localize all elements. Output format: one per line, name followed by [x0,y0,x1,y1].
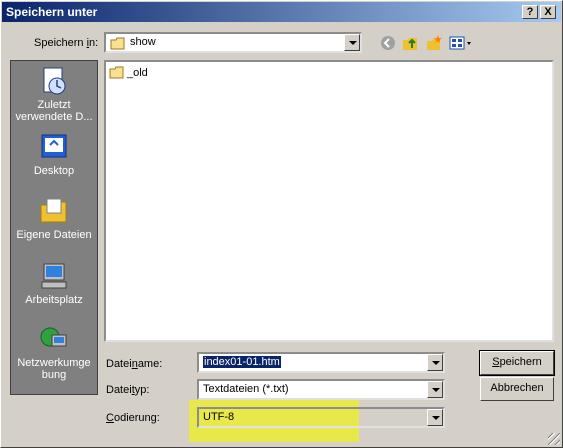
close-button[interactable]: X [540,5,556,19]
chevron-down-icon[interactable] [344,34,360,51]
folder-icon [110,37,125,50]
help-button[interactable]: ? [522,5,538,19]
save-in-label: Speichern in: [34,37,99,49]
place-label: Eigene Dateien [16,229,92,241]
place-label: Desktop [33,165,75,177]
folder-icon [109,66,124,79]
place-network[interactable]: Netzwerkumge bung [11,323,97,381]
chevron-down-icon[interactable] [427,381,443,398]
up-folder-icon[interactable] [401,34,419,52]
place-label: Netzwerkumge [17,357,91,369]
encoding-value: UTF-8 [203,411,235,423]
filetype-value: Textdateien (*.txt) [203,383,289,395]
filetype-label: Dateityp: [106,384,150,396]
chevron-down-icon[interactable] [427,354,443,371]
my-computer-icon [41,263,67,289]
chevron-down-icon[interactable] [427,409,443,426]
encoding-label: Codierung: [106,412,160,424]
desktop-icon [41,134,67,158]
filename-field[interactable]: index01-01.htm [197,352,445,373]
view-menu-icon[interactable] [449,34,473,52]
place-label: Arbeitsplatz [25,294,83,306]
place-my-computer[interactable]: Arbeitsplatz [11,260,97,306]
save-as-dialog: Speichern unter ? X Speichern in: show Z… [0,0,563,448]
back-icon[interactable] [379,34,397,52]
file-list[interactable]: _old [104,60,554,342]
new-folder-icon[interactable] [425,34,443,52]
encoding-select[interactable]: UTF-8 [197,407,445,428]
recent-icon [43,67,66,95]
file-name: _old [127,67,148,79]
save-in-value: show [130,36,156,48]
window-title: Speichern unter [6,5,98,19]
save-in-combo[interactable]: show [104,32,362,53]
filename-value: index01-01.htm [203,356,281,368]
title-bar: Speichern unter ? X [2,2,561,22]
filename-label: Dateiname: [106,358,163,370]
place-my-documents[interactable]: Eigene Dateien [11,195,97,241]
filetype-select[interactable]: Textdateien (*.txt) [197,379,445,400]
places-bar: Zuletzt verwendete D... Desktop Eigene D… [10,60,98,395]
cancel-button[interactable]: Abbrechen [480,377,554,401]
place-label: bung [41,369,67,381]
place-label: Zuletzt [37,99,71,111]
my-documents-icon [40,198,67,223]
place-label: verwendete D... [15,111,93,123]
place-desktop[interactable]: Desktop [11,131,97,177]
resize-grip[interactable] [548,433,560,445]
network-icon [40,327,67,347]
save-button[interactable]: Speichern [479,350,555,376]
list-item[interactable]: _old [109,66,148,82]
place-recent[interactable]: Zuletzt verwendete D... [11,65,97,123]
